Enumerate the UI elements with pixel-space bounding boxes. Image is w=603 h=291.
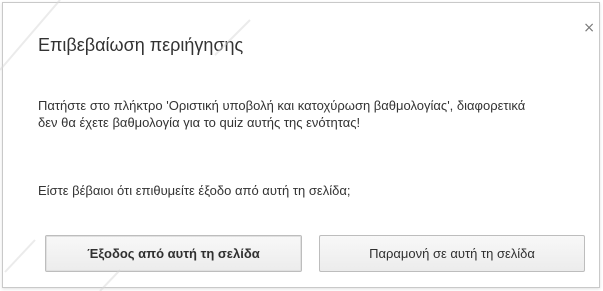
- close-icon[interactable]: ×: [583, 21, 595, 35]
- leave-page-dialog: × Επιβεβαίωση περιήγησης Πατήστε στο πλή…: [2, 2, 600, 288]
- dialog-message: Πατήστε στο πλήκτρο 'Οριστική υποβολή κα…: [38, 98, 526, 130]
- leave-page-button[interactable]: Έξοδος από αυτή τη σελίδα: [45, 235, 302, 272]
- dialog-title: Επιβεβαίωση περιήγησης: [38, 35, 244, 55]
- stay-on-page-button[interactable]: Παραμονή σε αυτή τη σελίδα: [319, 235, 585, 272]
- dialog-question: Είστε βέβαιοι ότι επιθυμείτε έξοδο από α…: [38, 183, 351, 198]
